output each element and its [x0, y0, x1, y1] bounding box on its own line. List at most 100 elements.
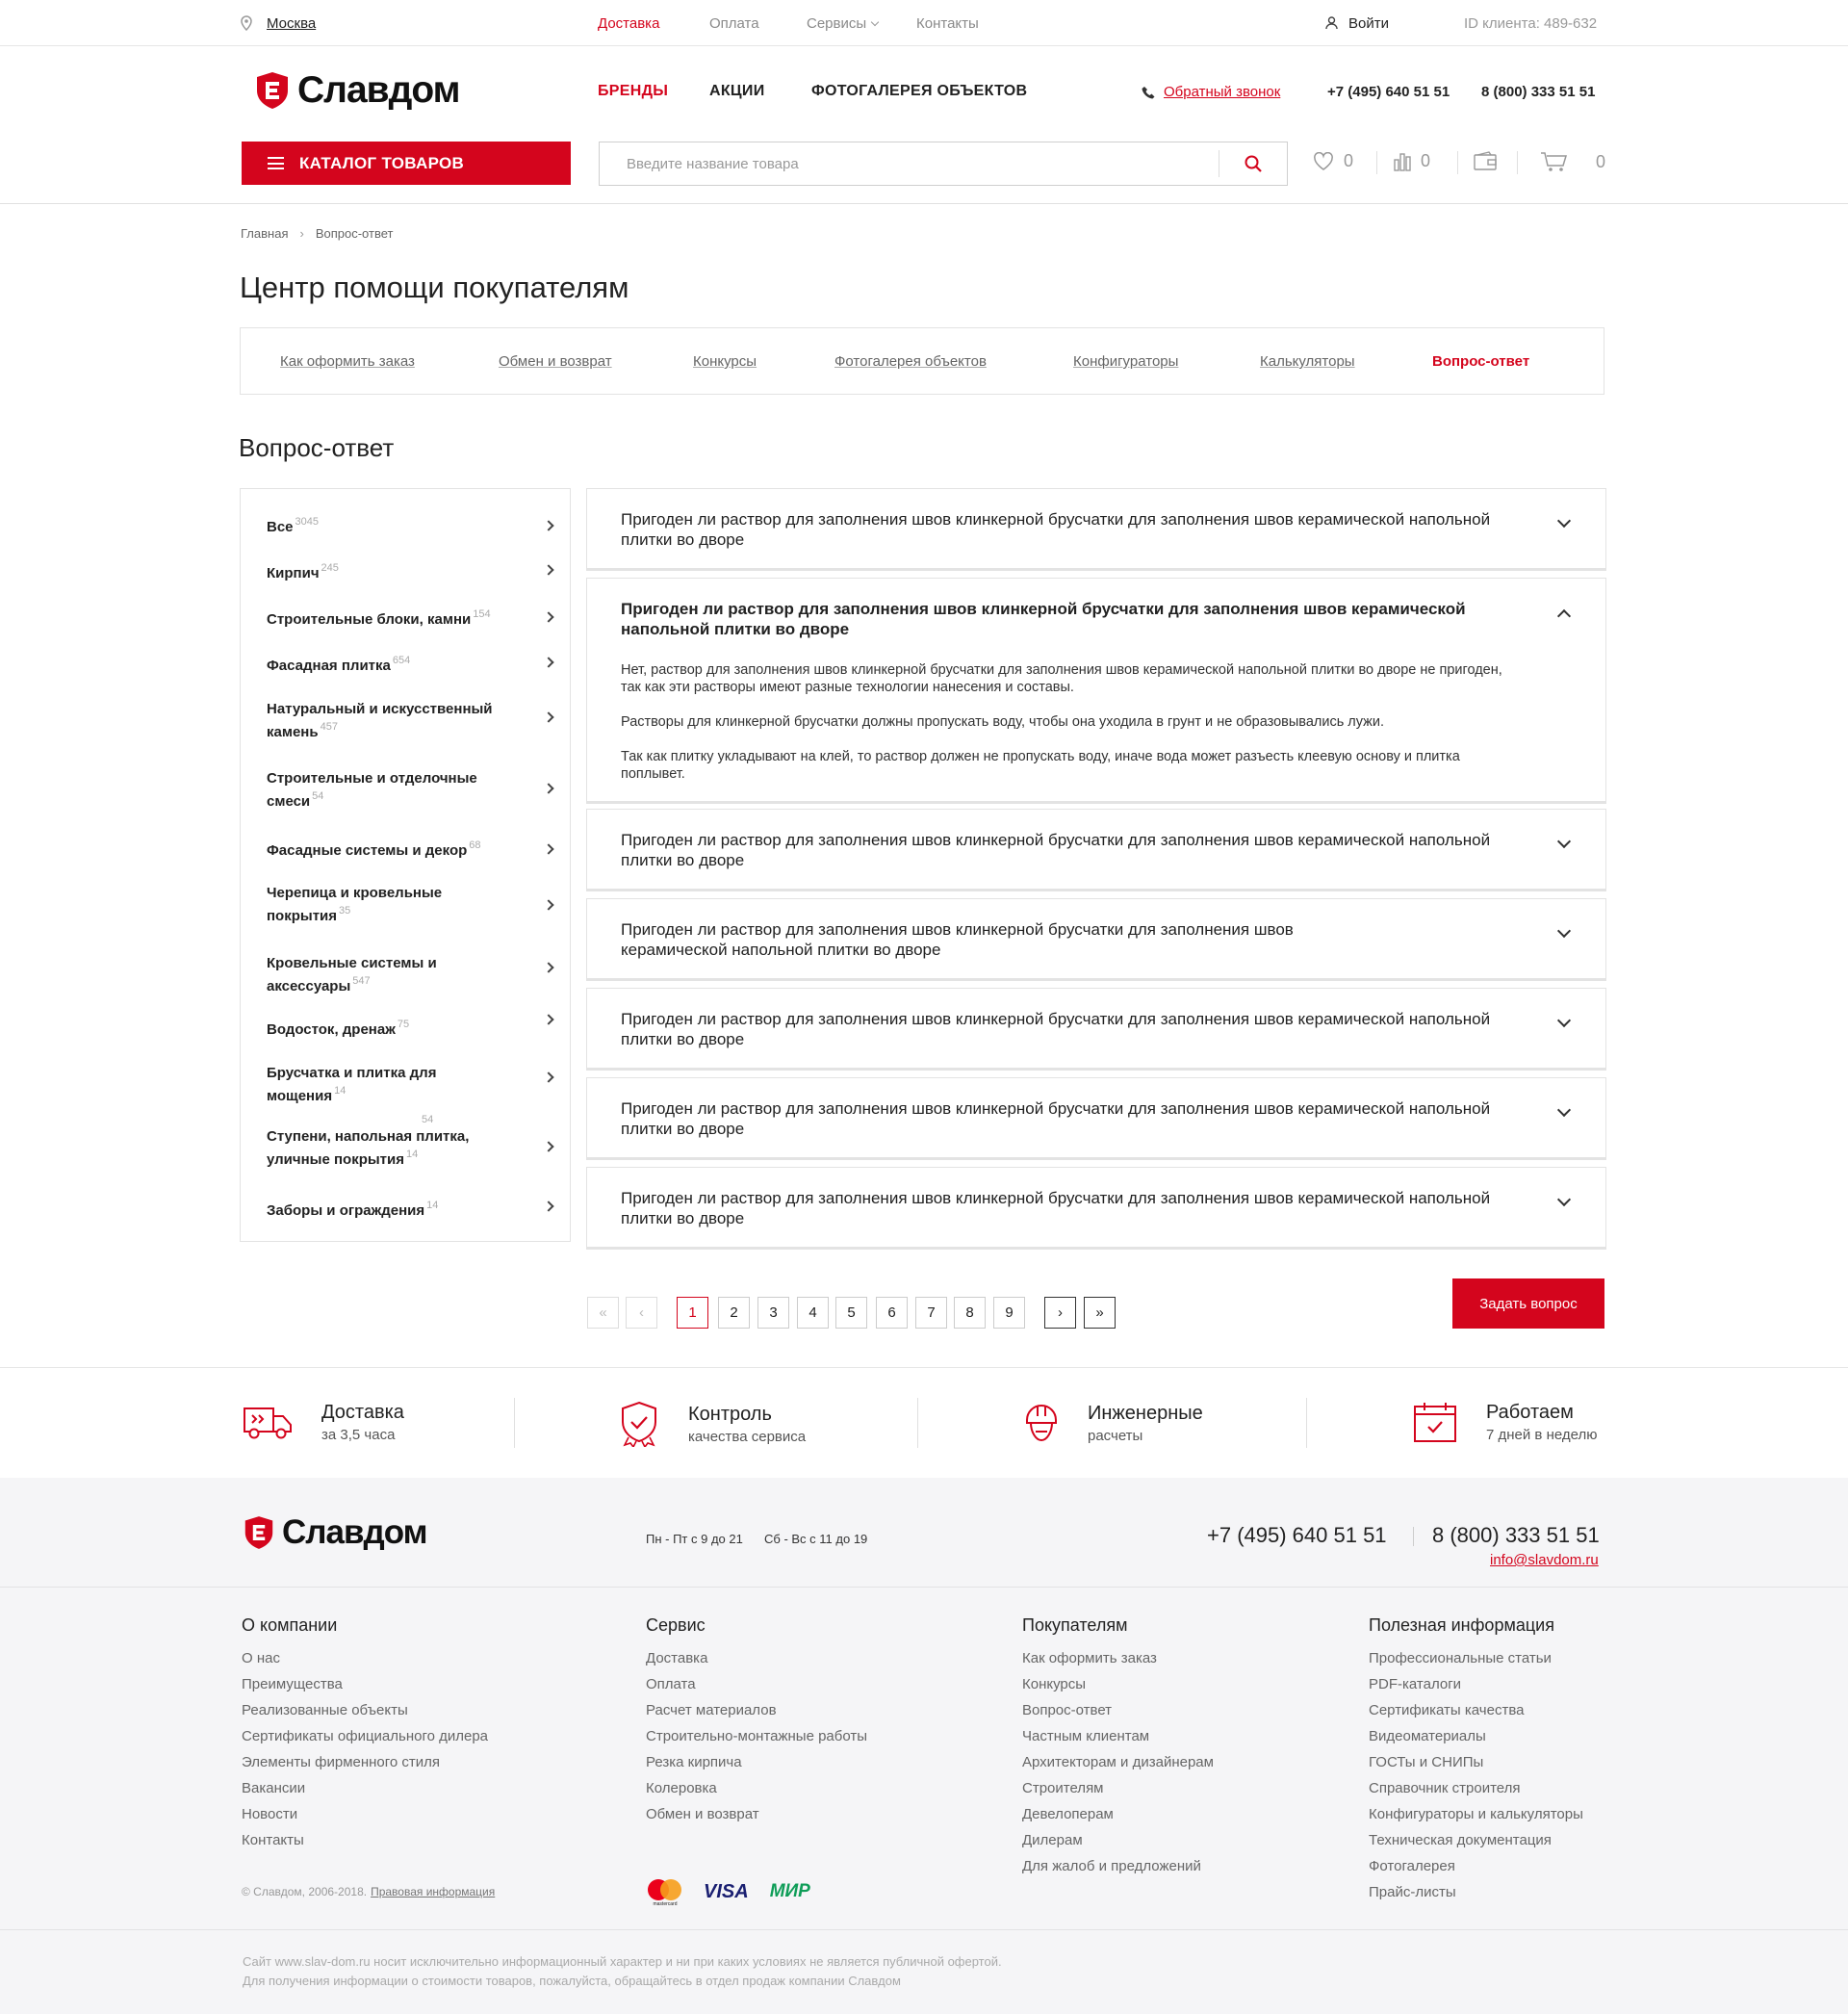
topbar-link-contacts[interactable]: Контакты	[916, 15, 979, 32]
category-item[interactable]: Водосток, дренаж 75	[267, 1016, 536, 1039]
footer-link[interactable]: Профессиональные статьи	[1369, 1645, 1583, 1671]
category-item[interactable]: Черепица и кровельные покрытия 35	[267, 884, 488, 925]
city-selector[interactable]: Москва	[267, 15, 316, 32]
footer-link[interactable]: Колеровка	[646, 1775, 867, 1801]
footer-link[interactable]: Резка кирпича	[646, 1749, 867, 1775]
footer-link[interactable]: Частным клиентам	[1022, 1723, 1214, 1749]
footer-link[interactable]: Обмен и возврат	[646, 1801, 867, 1827]
footer-link[interactable]: Оплата	[646, 1671, 867, 1697]
footer-link[interactable]: Прайс-листы	[1369, 1879, 1583, 1905]
footer-link[interactable]: PDF-каталоги	[1369, 1671, 1583, 1697]
search-input[interactable]	[600, 142, 1216, 185]
callback-link[interactable]: Обратный звонок	[1164, 84, 1280, 100]
footer-link[interactable]: Сертификаты официального дилера	[242, 1723, 488, 1749]
wallet-button[interactable]	[1474, 151, 1497, 170]
page-button[interactable]: 5	[835, 1297, 867, 1329]
category-item[interactable]: Ступени, напольная плитка, уличные покры…	[267, 1127, 517, 1169]
page-prev-button[interactable]: ‹	[626, 1297, 657, 1329]
footer-link[interactable]: Преимущества	[242, 1671, 488, 1697]
topbar-link-payment[interactable]: Оплата	[709, 15, 759, 32]
page-last-button[interactable]: »	[1084, 1297, 1116, 1329]
faq-item-expanded[interactable]: Пригоден ли раствор для заполнения швов …	[586, 578, 1606, 802]
page-button[interactable]: 8	[954, 1297, 986, 1329]
page-button[interactable]: 6	[876, 1297, 908, 1329]
category-item[interactable]: Заборы и ограждения 14	[267, 1197, 536, 1220]
page-button[interactable]: 4	[797, 1297, 829, 1329]
footer-link[interactable]: Элементы фирменного стиля	[242, 1749, 488, 1775]
footer-link[interactable]: Сертификаты качества	[1369, 1697, 1583, 1723]
header-phone-tollfree[interactable]: 8 (800) 333 51 51	[1481, 84, 1595, 100]
page-button[interactable]: 2	[718, 1297, 750, 1329]
faq-item[interactable]: Пригоден ли раствор для заполнения швов …	[586, 809, 1606, 890]
login-link[interactable]: Войти	[1348, 15, 1389, 32]
tab-configurators[interactable]: Конфигураторы	[1073, 353, 1178, 370]
footer-link[interactable]: Строителям	[1022, 1775, 1214, 1801]
footer-link[interactable]: Конкурсы	[1022, 1671, 1214, 1697]
topbar-link-services[interactable]: Сервисы	[807, 15, 880, 32]
tab-contests[interactable]: Конкурсы	[693, 353, 757, 370]
legal-info-link[interactable]: Правовая информация	[371, 1885, 495, 1898]
ask-question-button[interactable]: Задать вопрос	[1452, 1278, 1604, 1329]
category-item[interactable]: Все 3045	[267, 513, 536, 536]
footer-phone-tollfree[interactable]: 8 (800) 333 51 51	[1432, 1523, 1600, 1548]
footer-link[interactable]: Доставка	[646, 1645, 867, 1671]
page-button[interactable]: 7	[915, 1297, 947, 1329]
footer-link[interactable]: Как оформить заказ	[1022, 1645, 1214, 1671]
category-item[interactable]: Фасадная плитка 654	[267, 652, 536, 675]
footer-link[interactable]: Конфигураторы и калькуляторы	[1369, 1801, 1583, 1827]
faq-item[interactable]: Пригоден ли раствор для заполнения швов …	[586, 488, 1606, 569]
topbar-link-delivery[interactable]: Доставка	[598, 15, 659, 32]
category-item[interactable]: Фасадные системы и декор 68	[267, 837, 536, 860]
category-item[interactable]: Кровельные системы и аксессуары 547	[267, 954, 483, 995]
site-logo[interactable]: Славдом	[255, 69, 461, 112]
footer-link[interactable]: Справочник строителя	[1369, 1775, 1583, 1801]
favorites-button[interactable]: 0	[1313, 151, 1353, 171]
tab-faq[interactable]: Вопрос-ответ	[1432, 353, 1529, 370]
page-button-current[interactable]: 1	[677, 1297, 708, 1329]
footer-link[interactable]: Реализованные объекты	[242, 1697, 488, 1723]
footer-link[interactable]: Видеоматериалы	[1369, 1723, 1583, 1749]
tab-exchange-return[interactable]: Обмен и возврат	[499, 353, 612, 370]
footer-link[interactable]: Новости	[242, 1801, 488, 1827]
tab-photo-gallery[interactable]: Фотогалерея объектов	[834, 353, 987, 370]
catalog-button[interactable]: КАТАЛОГ ТОВАРОВ	[242, 142, 571, 185]
category-item[interactable]: Натуральный и искусственный камень 457	[267, 700, 522, 741]
footer-link[interactable]: Для жалоб и предложений	[1022, 1853, 1214, 1879]
faq-item[interactable]: Пригоден ли раствор для заполнения швов …	[586, 1077, 1606, 1158]
footer-link[interactable]: Строительно-монтажные работы	[646, 1723, 867, 1749]
faq-item[interactable]: Пригоден ли раствор для заполнения швов …	[586, 898, 1606, 979]
footer-link[interactable]: О нас	[242, 1645, 488, 1671]
breadcrumb-home[interactable]: Главная	[241, 226, 288, 241]
footer-logo[interactable]: Славдом	[244, 1513, 428, 1552]
footer-link[interactable]: Фотогалерея	[1369, 1853, 1583, 1879]
footer-phone-moscow[interactable]: +7 (495) 640 51 51	[1207, 1523, 1387, 1548]
page-button[interactable]: 9	[993, 1297, 1025, 1329]
category-item[interactable]: Брусчатка и плитка для мощения 14	[267, 1064, 483, 1105]
search-button[interactable]	[1219, 142, 1287, 185]
faq-item[interactable]: Пригоден ли раствор для заполнения швов …	[586, 988, 1606, 1069]
footer-link[interactable]: Техническая документация	[1369, 1827, 1583, 1853]
category-item[interactable]: Кирпич 245	[267, 559, 536, 582]
footer-link[interactable]: Дилерам	[1022, 1827, 1214, 1853]
footer-email-link[interactable]: info@slavdom.ru	[1490, 1552, 1599, 1568]
category-item[interactable]: Строительные блоки, камни 154	[267, 606, 536, 629]
footer-link[interactable]: Расчет материалов	[646, 1697, 867, 1723]
footer-link[interactable]: Архитекторам и дизайнерам	[1022, 1749, 1214, 1775]
page-button[interactable]: 3	[757, 1297, 789, 1329]
cart-button[interactable]: 0	[1540, 151, 1605, 172]
compare-button[interactable]: 0	[1394, 151, 1430, 171]
footer-link[interactable]: Девелоперам	[1022, 1801, 1214, 1827]
footer-link[interactable]: Вопрос-ответ	[1022, 1697, 1214, 1723]
header-phone-moscow[interactable]: +7 (495) 640 51 51	[1327, 84, 1450, 100]
footer-link[interactable]: Контакты	[242, 1827, 488, 1853]
nav-brands[interactable]: БРЕНДЫ	[598, 83, 668, 100]
footer-link[interactable]: ГОСТы и СНИПы	[1369, 1749, 1583, 1775]
tab-how-to-order[interactable]: Как оформить заказ	[280, 353, 415, 370]
page-first-button[interactable]: «	[587, 1297, 619, 1329]
faq-item[interactable]: Пригоден ли раствор для заполнения швов …	[586, 1167, 1606, 1248]
nav-promotions[interactable]: АКЦИИ	[709, 83, 765, 100]
tab-calculators[interactable]: Калькуляторы	[1260, 353, 1355, 370]
footer-link[interactable]: Вакансии	[242, 1775, 488, 1801]
page-next-button[interactable]: ›	[1044, 1297, 1076, 1329]
category-item[interactable]: Строительные и отделочные смеси 54	[267, 769, 512, 811]
